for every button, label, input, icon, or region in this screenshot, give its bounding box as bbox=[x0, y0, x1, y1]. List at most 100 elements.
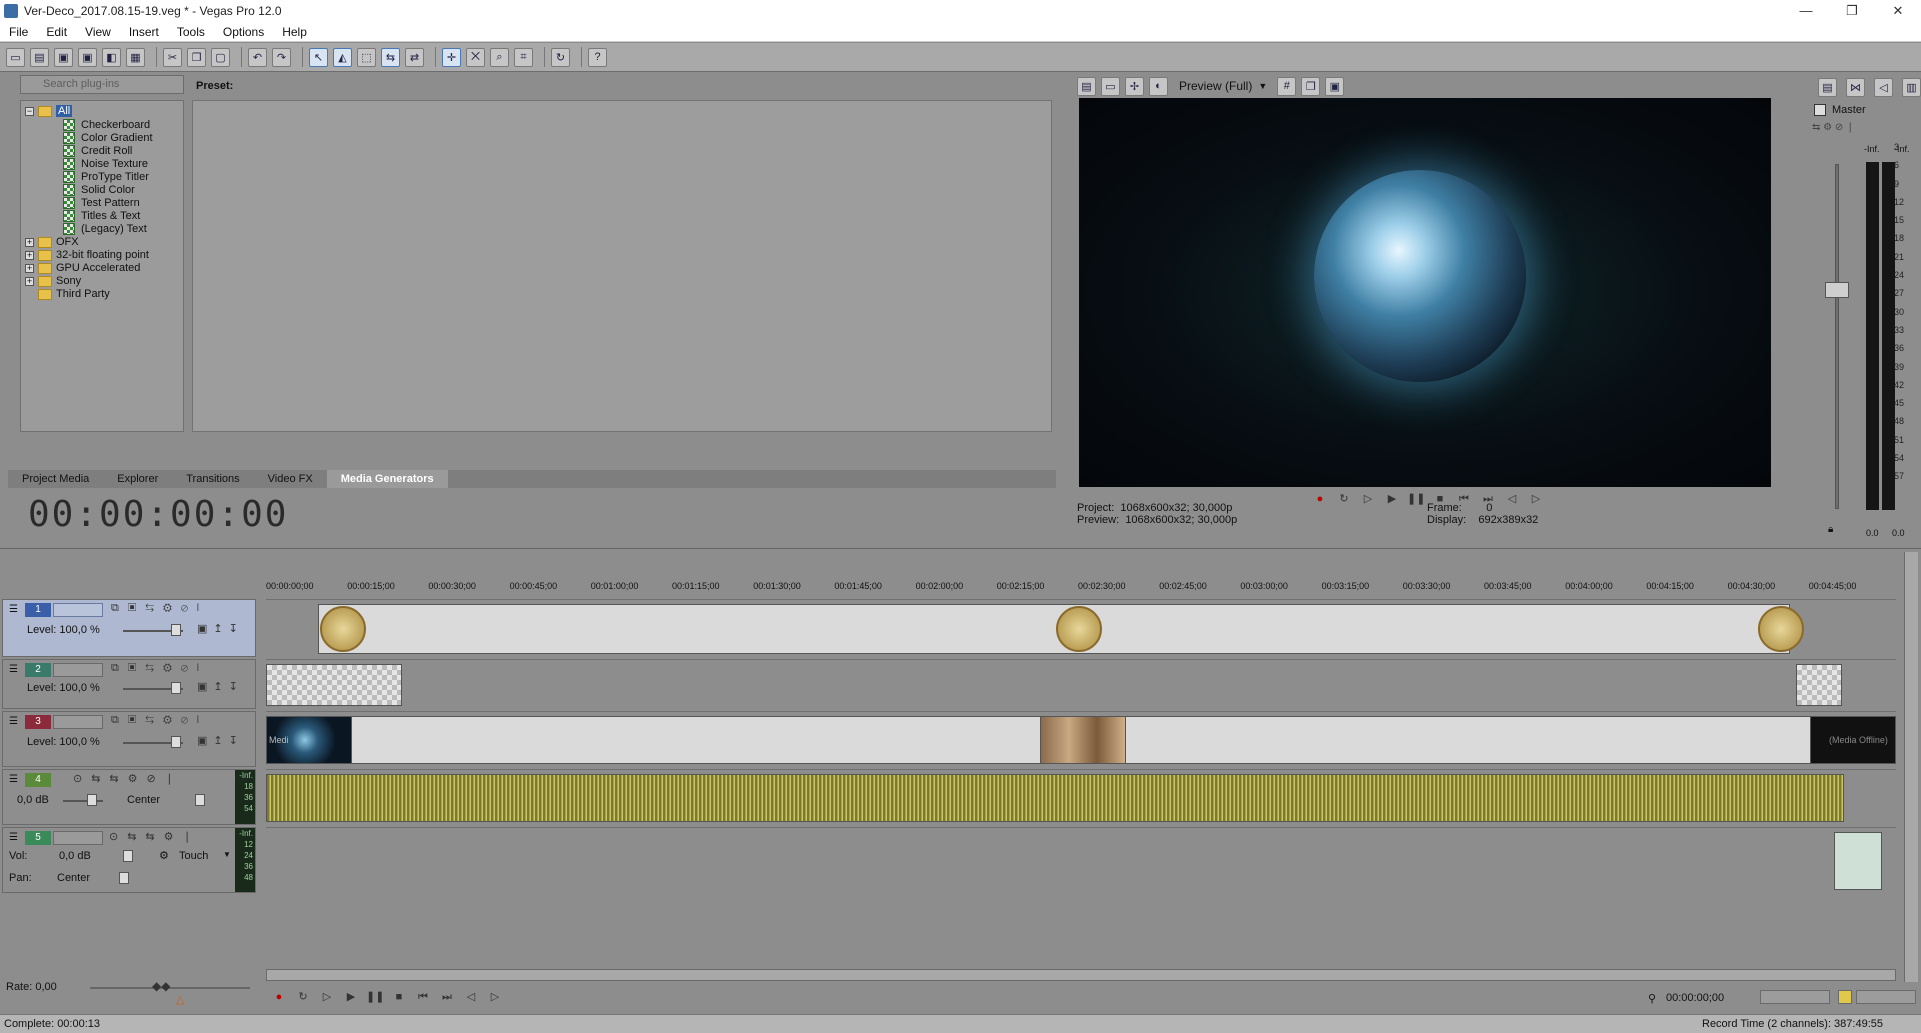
track-name-field[interactable] bbox=[53, 715, 103, 729]
expand-icon[interactable]: + bbox=[25, 276, 34, 286]
track-minimize-icon[interactable]: ☰ bbox=[9, 832, 18, 843]
track-fx-icons[interactable]: ⧉▣⇆⚙⊘❘ bbox=[111, 662, 208, 675]
track-lane-1[interactable] bbox=[266, 599, 1896, 657]
marquee-tool-icon[interactable]: ⌗ bbox=[514, 47, 533, 67]
compositing-icons[interactable]: ▣↥↧ bbox=[197, 734, 244, 747]
pan-slider[interactable] bbox=[195, 794, 205, 806]
automation-mode[interactable]: Touch bbox=[179, 850, 208, 862]
expand-icon[interactable]: + bbox=[25, 263, 34, 273]
preview-quality-dropdown[interactable]: Preview (Full) bbox=[1179, 79, 1252, 93]
audio-track-icons[interactable]: ⊙⇆⇆⚙❘ bbox=[109, 830, 201, 843]
copy-icon[interactable]: ❐ bbox=[187, 47, 206, 67]
offline-media-clip[interactable]: (Media Offline) bbox=[1810, 716, 1896, 764]
audio-waveform-clip[interactable] bbox=[266, 774, 1844, 822]
mixer-panel-icon[interactable]: ▥ bbox=[1902, 78, 1921, 97]
prev-frame-icon[interactable]: ◁ bbox=[462, 990, 480, 1004]
close-button[interactable]: ✕ bbox=[1875, 0, 1921, 22]
properties-icon[interactable]: ▦ bbox=[126, 47, 145, 67]
tab-project-media[interactable]: Project Media bbox=[8, 470, 103, 488]
menu-edit[interactable]: Edit bbox=[37, 25, 76, 39]
lock-icon[interactable]: 🔒︎ bbox=[1828, 524, 1833, 535]
go-to-start-icon[interactable]: ⏮ bbox=[414, 990, 432, 1004]
normal-edit-tool-icon[interactable]: ↖ bbox=[309, 47, 328, 67]
volume-slider[interactable] bbox=[123, 850, 133, 862]
tab-media-generators[interactable]: Media Generators bbox=[326, 470, 448, 488]
tree-item-third-party[interactable]: Third Party bbox=[38, 286, 110, 302]
video-preview[interactable] bbox=[1079, 98, 1771, 487]
lock-envelopes-icon[interactable]: ⇄ bbox=[405, 47, 424, 67]
envelope-tool-icon[interactable]: ◭ bbox=[333, 47, 352, 67]
timeline-horizontal-scrollbar[interactable] bbox=[266, 969, 1896, 981]
selection-start-field[interactable] bbox=[1760, 990, 1830, 1004]
master-fx-icons[interactable]: ⇆ ⚙ ⊘ ❘ bbox=[1812, 122, 1854, 133]
level-slider[interactable] bbox=[171, 682, 181, 694]
record-icon[interactable]: ● bbox=[1311, 492, 1329, 506]
video-clip[interactable] bbox=[318, 604, 1790, 654]
audio-clip[interactable] bbox=[1834, 832, 1882, 890]
whats-this-help-icon[interactable]: ? bbox=[588, 47, 607, 67]
stop-icon[interactable]: ■ bbox=[390, 990, 408, 1004]
time-display[interactable]: 00:00:00:00 bbox=[28, 494, 288, 535]
track-name-field[interactable] bbox=[53, 663, 103, 677]
menu-insert[interactable]: Insert bbox=[120, 25, 168, 39]
selection-length-field[interactable] bbox=[1856, 990, 1916, 1004]
save-icon[interactable]: ▣ bbox=[54, 47, 73, 67]
new-file-icon[interactable]: ▭ bbox=[6, 47, 25, 67]
track-lane-4[interactable] bbox=[266, 769, 1896, 825]
menu-file[interactable]: File bbox=[0, 25, 37, 39]
level-slider[interactable] bbox=[171, 736, 181, 748]
chevron-down-icon[interactable]: ▼ bbox=[1258, 81, 1267, 91]
time-ruler[interactable]: 00:00:00;00 00:00:15;00 00:00:30;00 00:00:4… bbox=[266, 579, 1896, 595]
cut-icon[interactable]: ✂ bbox=[163, 47, 182, 67]
downmix-icon[interactable]: ⋈ bbox=[1846, 78, 1865, 97]
loop-icon[interactable]: ↻ bbox=[294, 990, 312, 1004]
overlays-icon[interactable]: # bbox=[1277, 76, 1297, 96]
dim-output-icon[interactable]: ◁ bbox=[1874, 78, 1893, 97]
next-frame-icon[interactable]: ▷ bbox=[1527, 492, 1545, 506]
menu-view[interactable]: View bbox=[76, 25, 120, 39]
track-fx-icons[interactable]: ⧉▣⇆⚙⊘❘ bbox=[111, 714, 208, 727]
compositing-icons[interactable]: ▣↥↧ bbox=[197, 680, 244, 693]
track-header-5[interactable]: ☰ 5 ⊙⇆⇆⚙❘ Vol: 0,0 dB ⚙ Touch ▼ Pan: Cen… bbox=[2, 827, 256, 893]
split-screen-icon[interactable]: ◐ bbox=[1149, 76, 1168, 96]
next-frame-icon[interactable]: ▷ bbox=[486, 990, 504, 1004]
render-as-icon[interactable]: ◧ bbox=[102, 47, 121, 67]
play-icon[interactable]: ▶ bbox=[1383, 492, 1401, 506]
mixer-properties-icon[interactable]: ▤ bbox=[1818, 78, 1837, 97]
loop-playback-icon[interactable]: ↻ bbox=[551, 47, 570, 67]
tab-transitions[interactable]: Transitions bbox=[172, 470, 253, 488]
project-properties-icon[interactable]: ▤ bbox=[1077, 76, 1096, 96]
snapping-icon[interactable]: ✛ bbox=[442, 47, 461, 67]
master-fader[interactable] bbox=[1825, 282, 1849, 298]
menu-help[interactable]: Help bbox=[273, 25, 316, 39]
save-as-icon[interactable]: ▣ bbox=[78, 47, 97, 67]
paste-icon[interactable]: ▢ bbox=[211, 47, 230, 67]
compositing-icons[interactable]: ▣↥↧ bbox=[197, 622, 244, 635]
menu-options[interactable]: Options bbox=[214, 25, 273, 39]
track-lane-5[interactable] bbox=[266, 827, 1896, 893]
track-name-field[interactable] bbox=[53, 831, 103, 845]
selection-tool-icon[interactable]: ⬚ bbox=[357, 47, 376, 67]
title-clip[interactable] bbox=[1796, 664, 1842, 706]
save-snapshot-icon[interactable]: ▣ bbox=[1325, 76, 1345, 96]
prev-frame-icon[interactable]: ◁ bbox=[1503, 492, 1521, 506]
external-monitor-icon[interactable]: ▭ bbox=[1101, 76, 1120, 96]
expand-icon[interactable]: + bbox=[25, 250, 34, 260]
rate-slider[interactable]: ◆◆ bbox=[152, 979, 170, 993]
audio-track-icons[interactable]: ⊙⇆⇆⚙⊘❘ bbox=[73, 772, 183, 785]
copy-snapshot-icon[interactable]: ❐ bbox=[1301, 76, 1321, 96]
track-minimize-icon[interactable]: ☰ bbox=[9, 664, 18, 675]
chevron-down-icon[interactable]: ▼ bbox=[223, 850, 231, 859]
redo-icon[interactable]: ↷ bbox=[272, 47, 291, 67]
track-name-field[interactable] bbox=[53, 603, 103, 617]
menu-tools[interactable]: Tools bbox=[168, 25, 214, 39]
pan-slider[interactable] bbox=[119, 872, 129, 884]
track-minimize-icon[interactable]: ☰ bbox=[9, 716, 18, 727]
level-slider[interactable] bbox=[171, 624, 181, 636]
track-lane-2[interactable] bbox=[266, 659, 1896, 709]
play-from-start-icon[interactable]: ▷ bbox=[318, 990, 336, 1004]
volume-slider[interactable] bbox=[87, 794, 97, 806]
video-fx-icon[interactable]: ✢ bbox=[1125, 76, 1144, 96]
auto-ripple-icon[interactable]: ⇆ bbox=[381, 47, 400, 67]
play-icon[interactable]: ▶ bbox=[342, 990, 360, 1004]
